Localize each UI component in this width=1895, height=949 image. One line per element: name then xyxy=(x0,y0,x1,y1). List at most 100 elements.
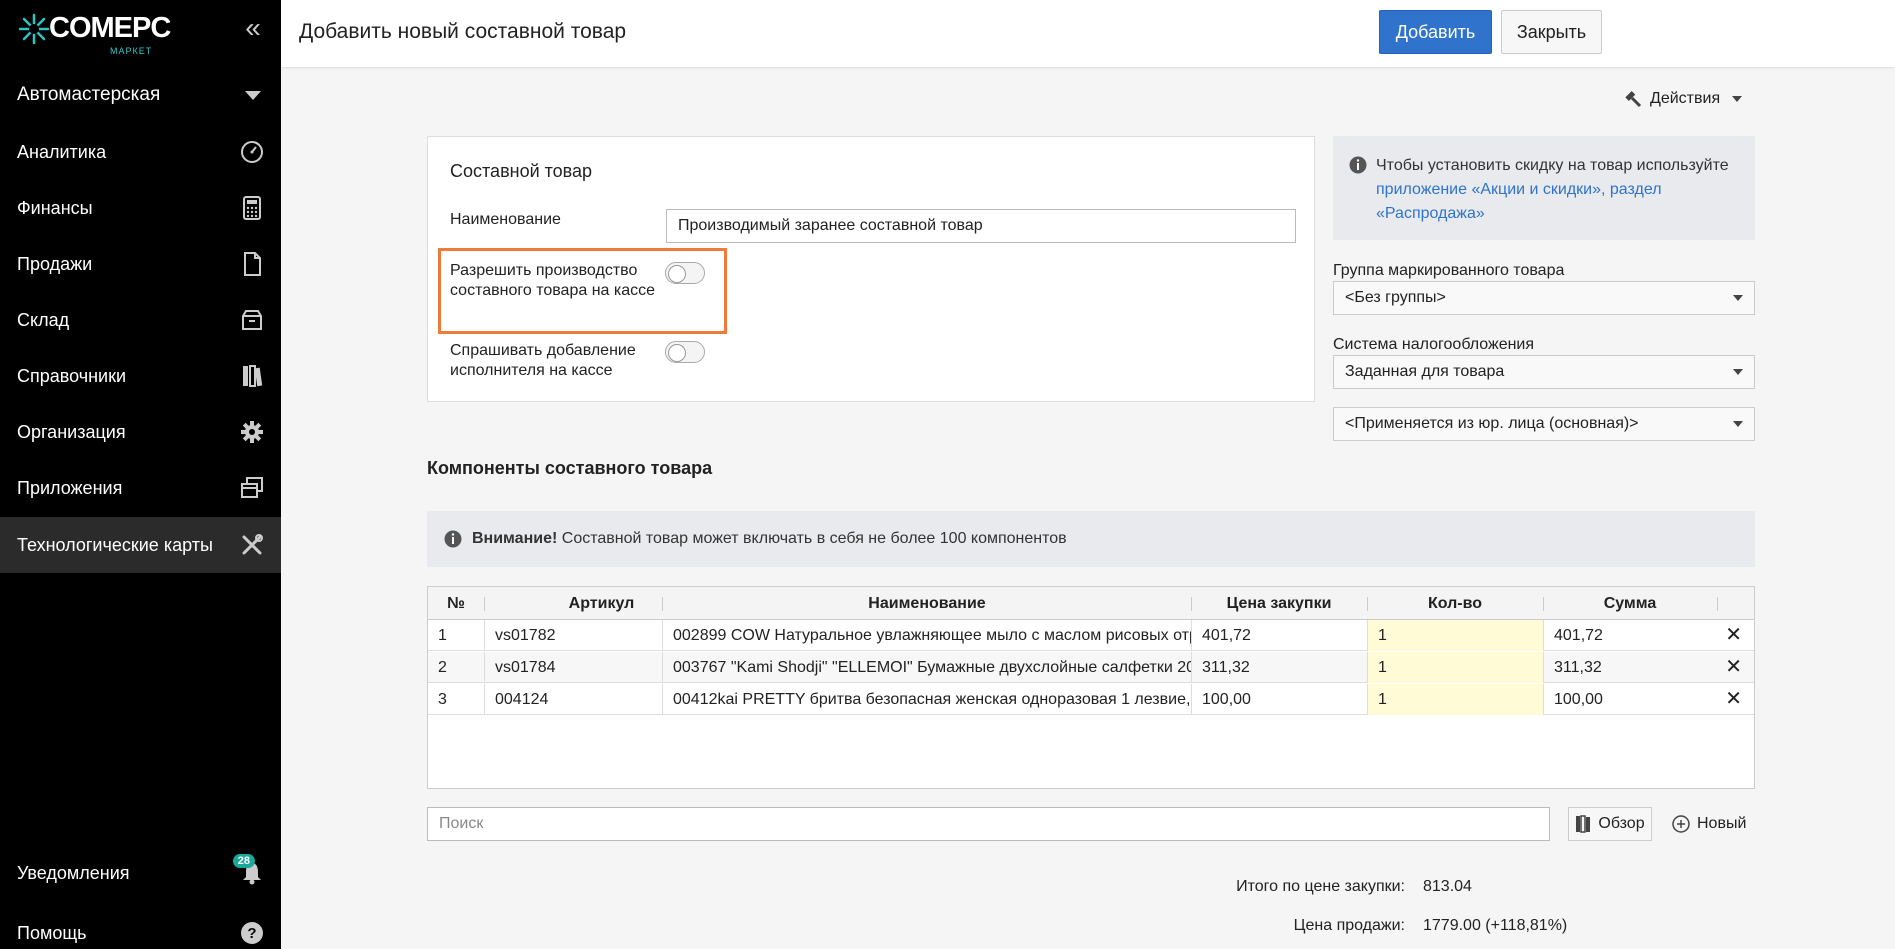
tools-icon xyxy=(239,532,265,558)
sidebar-item-organization[interactable]: Организация xyxy=(0,404,281,460)
table-row[interactable]: 1 vs01782 002899 COW Натуральное увлажня… xyxy=(428,620,1754,651)
sidebar-item-label: Справочники xyxy=(17,365,127,386)
collapse-sidebar-button[interactable]: « xyxy=(240,14,266,44)
sidebar-item-tech-cards[interactable]: Технологические карты xyxy=(0,517,281,573)
sidebar-item-label: Аналитика xyxy=(17,141,107,162)
row-sum: 311,32 xyxy=(1543,652,1717,683)
box-icon xyxy=(239,307,265,333)
sidebar-item-analytics[interactable]: Аналитика xyxy=(0,124,281,180)
row-num: 3 xyxy=(438,690,447,708)
components-warning: Внимание! Составной товар может включать… xyxy=(427,511,1755,567)
info-icon xyxy=(444,530,462,548)
tax-system-label: Система налогообложения xyxy=(1333,336,1535,353)
document-icon xyxy=(239,251,265,277)
column-header-sum[interactable]: Сумма xyxy=(1543,587,1717,620)
marked-group-value: <Без группы> xyxy=(1345,289,1446,306)
chevron-down-icon xyxy=(1733,421,1743,427)
discount-info-box: Чтобы установить скидку на товар использ… xyxy=(1333,136,1755,240)
sidebar-item-sales[interactable]: Продажи xyxy=(0,236,281,292)
new-label: Новый xyxy=(1697,815,1747,832)
sidebar-item-warehouse[interactable]: Склад xyxy=(0,292,281,348)
sidebar: COMEPC МАРКЕТ « Автомастерская Аналитика… xyxy=(0,0,281,949)
sale-price-value: 1779.00 (+118,81%) xyxy=(1423,917,1568,934)
discounts-app-link[interactable]: приложение «Акции и скидки», раздел «Рас… xyxy=(1376,181,1662,222)
tax-system-select[interactable]: Заданная для товара xyxy=(1333,355,1755,389)
name-input[interactable]: Производимый заранее составной товар xyxy=(666,209,1296,243)
component-search-input[interactable]: Поиск xyxy=(427,807,1550,841)
sidebar-item-label: Организация xyxy=(17,421,126,442)
logo-subtext: МАРКЕТ xyxy=(110,46,153,56)
gear-icon xyxy=(239,419,265,445)
row-qty-input[interactable]: 1 xyxy=(1367,684,1543,715)
row-price: 311,32 xyxy=(1191,652,1367,683)
books-icon xyxy=(1576,815,1591,833)
books-icon xyxy=(239,363,265,389)
sidebar-item-label: Приложения xyxy=(17,477,123,498)
legal-entity-value: <Применяется из юр. лица (основная)> xyxy=(1345,415,1639,432)
purchase-total-label: Итого по цене закупки: xyxy=(1236,878,1405,895)
warning-bold: Внимание! xyxy=(472,530,558,547)
delete-row-icon[interactable]: ✕ xyxy=(1725,625,1742,645)
row-article: 004124 xyxy=(484,684,662,715)
allow-production-toggle[interactable] xyxy=(665,262,705,284)
warning-text: Составной товар может включать в себя не… xyxy=(561,530,1067,547)
delete-row-icon[interactable]: ✕ xyxy=(1725,657,1742,677)
marked-group-label: Группа маркированного товара xyxy=(1333,262,1565,279)
row-name: 002899 COW Натуральное увлажняющее мыло … xyxy=(662,620,1191,651)
browse-label: Обзор xyxy=(1598,815,1645,832)
actions-dropdown[interactable]: Действия xyxy=(1624,90,1743,108)
browse-button[interactable]: Обзор xyxy=(1568,807,1652,841)
bell-icon: 28 xyxy=(232,854,265,886)
allow-production-label: Разрешить производство составного товара… xyxy=(450,262,656,299)
row-qty-input[interactable]: 1 xyxy=(1367,652,1543,683)
sidebar-item-notifications[interactable]: Уведомления 28 xyxy=(0,845,281,901)
delete-row-icon[interactable]: ✕ xyxy=(1725,689,1742,709)
org-selector[interactable]: Автомастерская xyxy=(17,80,264,110)
notifications-badge: 28 xyxy=(232,854,255,868)
row-sum: 100,00 xyxy=(1543,684,1717,715)
row-name: 003767 "Kami Shodji" "ELLEMOI" Бумажные … xyxy=(662,652,1191,683)
sidebar-item-label: Продажи xyxy=(17,253,93,274)
row-article: vs01784 xyxy=(484,652,662,683)
marked-group-select[interactable]: <Без группы> xyxy=(1333,281,1755,315)
table-header: № Артикул Наименование Цена закупки Кол-… xyxy=(428,587,1754,620)
components-table: № Артикул Наименование Цена закупки Кол-… xyxy=(427,586,1755,789)
column-header-num[interactable]: № xyxy=(428,587,484,620)
sidebar-item-apps[interactable]: Приложения xyxy=(0,460,281,516)
page-title: Добавить новый составной товар xyxy=(299,20,627,43)
column-header-qty[interactable]: Кол-во xyxy=(1367,587,1543,620)
sidebar-item-label: Финансы xyxy=(17,197,93,218)
column-header-name[interactable]: Наименование xyxy=(662,587,1192,620)
ask-executor-label: Спрашивать добавление исполнителя на кас… xyxy=(450,342,636,379)
tax-system-value: Заданная для товара xyxy=(1345,363,1505,380)
close-button[interactable]: Закрыть xyxy=(1501,10,1602,54)
sidebar-item-help[interactable]: Помощь ? xyxy=(0,905,281,949)
sidebar-item-label: Уведомления xyxy=(17,862,130,883)
info-text: Чтобы установить скидку на товар использ… xyxy=(1376,157,1729,174)
new-component-button[interactable]: Новый xyxy=(1672,807,1746,841)
card-title: Составной товар xyxy=(450,161,593,181)
sidebar-item-finance[interactable]: Финансы xyxy=(0,180,281,236)
row-price: 100,00 xyxy=(1191,684,1367,715)
table-row[interactable]: 2 vs01784 003767 "Kami Shodji" "ELLEMOI"… xyxy=(428,652,1754,683)
row-qty-input[interactable]: 1 xyxy=(1367,620,1543,651)
row-num: 2 xyxy=(438,658,447,676)
chevron-down-icon xyxy=(1732,96,1743,102)
sidebar-item-references[interactable]: Справочники xyxy=(0,348,281,404)
row-sum: 401,72 xyxy=(1543,620,1717,651)
org-name: Автомастерская xyxy=(17,84,161,105)
table-row[interactable]: 3 004124 00412kai PRETTY бритва безопасн… xyxy=(428,684,1754,715)
sale-price-label: Цена продажи: xyxy=(1293,917,1405,934)
actions-label: Действия xyxy=(1650,90,1721,107)
row-num: 1 xyxy=(438,626,447,644)
column-header-price[interactable]: Цена закупки xyxy=(1191,587,1367,620)
add-button[interactable]: Добавить xyxy=(1379,10,1492,54)
svg-text:?: ? xyxy=(247,925,256,942)
help-icon: ? xyxy=(239,920,265,946)
plus-circle-icon xyxy=(1672,815,1690,833)
sidebar-item-label: Технологические карты xyxy=(17,534,213,555)
ask-executor-toggle[interactable] xyxy=(665,341,705,363)
purchase-total-value: 813.04 xyxy=(1423,878,1472,895)
sidebar-item-label: Помощь xyxy=(17,922,87,943)
legal-entity-select[interactable]: <Применяется из юр. лица (основная)> xyxy=(1333,407,1755,441)
